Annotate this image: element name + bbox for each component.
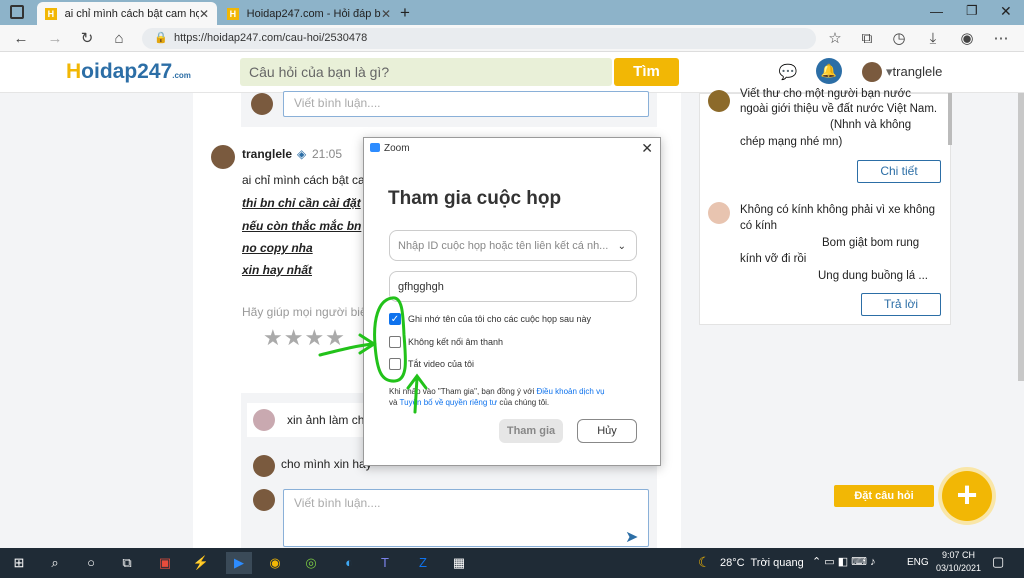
calculator-icon[interactable]: ▦ <box>448 552 470 574</box>
tray-icons[interactable]: ⌃ ▭ ◧ ⌨ ♪ <box>812 555 876 568</box>
teams-icon[interactable]: T <box>374 552 396 574</box>
annotation-arrow-up <box>406 373 428 414</box>
app-icon[interactable]: ◎ <box>300 552 322 574</box>
ask-question-button[interactable]: + <box>942 471 992 521</box>
annotation-circle <box>373 296 407 383</box>
windows-taskbar: ⊞ ⌕ ○ ⧉ ▣ ⚡ ▶ ◉ ◎ ◐ T Z ▦ ☾ 28°C Trời qu… <box>0 548 1024 578</box>
weather-text[interactable]: 28°C Trời quang <box>720 557 804 569</box>
annotation-arrow-left <box>318 333 377 357</box>
app-icon[interactable]: ▣ <box>154 552 176 574</box>
language-indicator[interactable]: ENG <box>907 557 929 568</box>
app-icon[interactable]: ⚡ <box>190 552 212 574</box>
windows-start-icon[interactable]: ⊞ <box>8 552 30 574</box>
weather-icon: ☾ <box>698 554 711 570</box>
ask-question-label[interactable]: Đặt câu hỏi <box>834 485 934 507</box>
notification-icon[interactable]: ▢ <box>992 554 1004 570</box>
clock-time[interactable]: 9:07 CH <box>942 550 975 560</box>
clock-date[interactable]: 03/10/2021 <box>936 563 981 573</box>
zoom-taskbar-icon[interactable]: ▶ <box>226 552 252 574</box>
search-icon[interactable]: ⌕ <box>44 552 66 574</box>
zalo-icon[interactable]: Z <box>412 552 434 574</box>
edge-icon[interactable]: ◐ <box>338 552 360 574</box>
cortana-icon[interactable]: ○ <box>80 552 102 574</box>
chrome-icon[interactable]: ◉ <box>264 552 286 574</box>
task-view-icon[interactable]: ⧉ <box>116 552 138 574</box>
